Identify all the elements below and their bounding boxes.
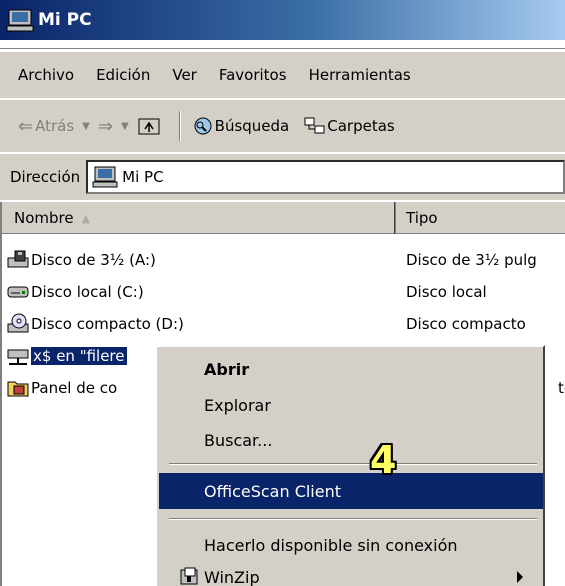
list-item[interactable]: Disco compacto (D:)	[6, 310, 184, 338]
item-name: Disco de 3½ (A:)	[31, 251, 156, 269]
title-bar: Mi PC	[0, 0, 565, 40]
menu-item-sin-conexion[interactable]: Hacerlo disponible sin conexión	[159, 527, 543, 563]
list-item[interactable]: Disco local (C:)	[6, 278, 144, 306]
menu-archivo[interactable]: Archivo	[18, 66, 74, 84]
winzip-icon	[180, 567, 198, 585]
sort-ascending-icon: ▲	[81, 211, 91, 225]
column-type[interactable]: Tipo	[398, 202, 438, 234]
item-name: Disco compacto (D:)	[31, 315, 184, 333]
folders-button[interactable]: Carpetas	[297, 115, 395, 137]
cd-drive-icon	[7, 313, 29, 333]
list-item-selected[interactable]: x$ en "filere	[6, 342, 127, 370]
address-input[interactable]: Mi PC	[86, 160, 565, 194]
context-menu: Abrir Explorar Buscar... OfficeScan Clie…	[155, 345, 545, 586]
floppy-drive-icon	[7, 250, 29, 268]
address-value: Mi PC	[122, 168, 164, 186]
address-label: Dirección	[10, 168, 81, 186]
menu-bar: Archivo Edición Ver Favoritos Herramient…	[0, 52, 565, 98]
menu-item-abrir[interactable]: Abrir	[159, 351, 543, 387]
menu-separator	[169, 518, 537, 520]
submenu-arrow-icon	[517, 571, 523, 583]
forward-button[interactable]: ⇒ ▼	[98, 116, 129, 137]
item-type: Disco compacto	[406, 315, 526, 333]
menu-favoritos[interactable]: Favoritos	[219, 66, 287, 84]
folders-label: Carpetas	[327, 117, 395, 135]
menu-item-officescan-client[interactable]: OfficeScan Client	[159, 473, 543, 509]
column-name[interactable]: Nombre ▲	[2, 202, 396, 234]
column-header: Nombre ▲ Tipo	[2, 202, 565, 234]
address-bar: Dirección Mi PC	[0, 154, 565, 200]
hard-drive-icon	[7, 286, 29, 298]
divider	[0, 48, 565, 50]
toolbar: ⇐ Atrás ▼ ⇒ ▼ Búsqueda Carpetas	[0, 100, 565, 152]
my-computer-icon	[92, 166, 118, 188]
forward-arrow-icon: ⇒	[97, 115, 113, 137]
search-button[interactable]: Búsqueda	[191, 115, 290, 137]
back-label: Atrás	[35, 117, 75, 135]
back-button[interactable]: ⇐ Atrás ▼	[18, 116, 90, 137]
menu-item-explorar[interactable]: Explorar	[159, 387, 543, 423]
control-panel-icon	[7, 381, 29, 397]
item-name: Disco local (C:)	[31, 283, 144, 301]
column-name-label: Nombre	[14, 209, 74, 227]
item-type: Disco local	[406, 283, 487, 301]
step-number-badge: 4	[370, 438, 397, 482]
menu-separator	[169, 463, 537, 465]
item-name: x$ en "filere	[31, 347, 127, 365]
item-name: Panel de co	[31, 379, 118, 397]
chevron-down-icon: ▼	[82, 120, 90, 132]
list-item[interactable]: Disco de 3½ (A:)	[6, 246, 156, 274]
menu-edicion[interactable]: Edición	[96, 66, 150, 84]
item-type: te	[558, 379, 565, 397]
menu-item-winzip[interactable]: WinZip	[159, 559, 543, 586]
winzip-label: WinZip	[204, 567, 260, 586]
menu-ver[interactable]: Ver	[172, 66, 197, 84]
column-type-label: Tipo	[406, 209, 438, 227]
network-drive-icon	[7, 349, 29, 365]
toolbar-separator	[178, 111, 181, 141]
menu-herramientas[interactable]: Herramientas	[309, 66, 411, 84]
item-type: Disco de 3½ pulg	[406, 251, 537, 269]
up-folder-button[interactable]	[137, 115, 161, 137]
list-item[interactable]: Panel de co	[6, 374, 117, 402]
search-label: Búsqueda	[214, 117, 290, 135]
folders-icon	[304, 117, 325, 134]
chevron-down-icon: ▼	[120, 120, 129, 132]
menu-item-buscar[interactable]: Buscar...	[159, 422, 543, 458]
back-arrow-icon: ⇐	[18, 115, 34, 137]
up-folder-icon	[138, 118, 160, 135]
my-computer-icon	[6, 9, 34, 32]
window-title: Mi PC	[38, 10, 92, 30]
search-icon	[194, 117, 212, 135]
